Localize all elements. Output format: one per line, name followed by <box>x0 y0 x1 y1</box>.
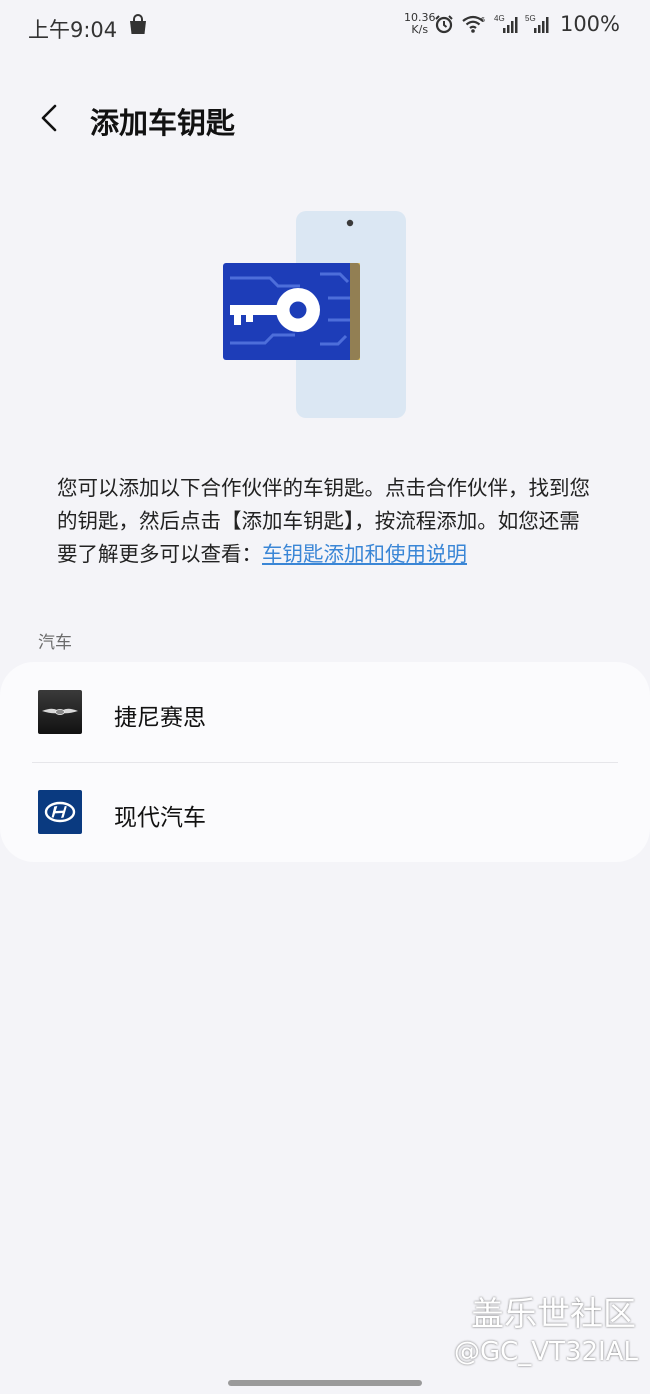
watermark-title: 盖乐世社区 <box>471 1294 636 1333</box>
svg-text:4G: 4G <box>494 14 505 23</box>
partner-list-card: 捷尼赛思 现代汽车 <box>0 662 650 862</box>
car-key-illustration <box>223 211 406 418</box>
wifi-icon: 6 <box>462 15 485 33</box>
home-indicator[interactable] <box>228 1380 422 1386</box>
partner-name: 捷尼赛思 <box>114 705 206 731</box>
partner-name: 现代汽车 <box>114 805 206 831</box>
partner-item-genesis[interactable]: 捷尼赛思 <box>0 662 650 762</box>
back-button[interactable] <box>30 98 70 138</box>
net-speed: 10.36 K/s <box>404 12 436 36</box>
partner-item-hyundai[interactable]: 现代汽车 <box>0 762 650 862</box>
watermark-user: @GC_VT32IAL <box>454 1337 638 1367</box>
genesis-logo-icon <box>38 690 82 734</box>
description: 您可以添加以下合作伙伴的车钥匙。点击合作伙伴，找到您的钥匙，然后点击【添加车钥匙… <box>57 472 597 571</box>
net-speed-unit: K/s <box>411 23 429 36</box>
status-time: 上午9:04 <box>28 18 118 42</box>
status-icons: 6 4G 5G 100% <box>434 12 620 36</box>
signal-5g-icon: 5G <box>525 14 549 33</box>
page-title: 添加车钥匙 <box>90 106 236 140</box>
chevron-left-icon <box>41 104 57 132</box>
key-card-icon <box>223 263 360 360</box>
svg-text:5G: 5G <box>525 14 536 23</box>
svg-text:6: 6 <box>481 17 485 24</box>
alarm-icon <box>435 15 453 34</box>
bag-icon <box>130 14 146 34</box>
status-bar: 上午9:04 10.36 K/s 6 4G 5G 100% <box>0 0 650 52</box>
section-label: 汽车 <box>38 633 72 653</box>
hyundai-logo-icon <box>38 790 82 834</box>
usage-guide-link[interactable]: 车钥匙添加和使用说明 <box>262 542 467 566</box>
signal-4g-icon: 4G <box>494 14 518 33</box>
battery-level: 100% <box>559 12 620 36</box>
phone-camera <box>346 219 354 227</box>
app-header: 添加车钥匙 <box>0 90 650 150</box>
